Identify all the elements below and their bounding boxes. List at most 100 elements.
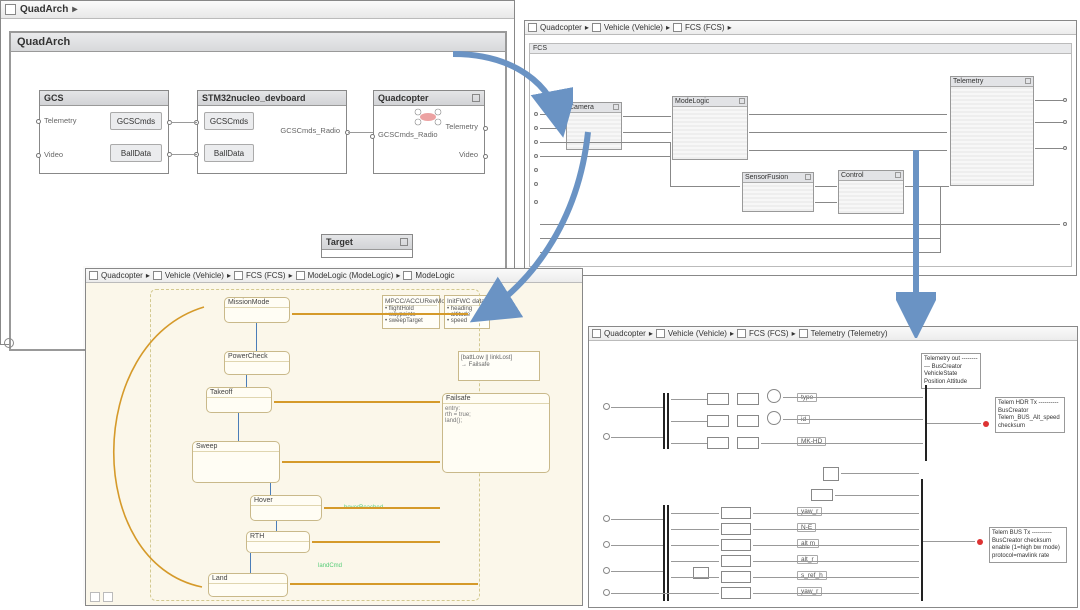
- outport[interactable]: [1063, 98, 1067, 102]
- breadcrumb-item[interactable]: Vehicle (Vehicle): [604, 23, 663, 32]
- inport[interactable]: [603, 589, 610, 596]
- gain-block[interactable]: [721, 539, 751, 551]
- state[interactable]: RTH: [246, 531, 310, 553]
- breadcrumb-item[interactable]: FCS (FCS): [246, 271, 286, 280]
- const-block[interactable]: [811, 489, 833, 501]
- signal-line: [540, 114, 566, 115]
- block-control[interactable]: Control: [838, 170, 904, 214]
- outport[interactable]: [1063, 120, 1067, 124]
- delay-block[interactable]: [823, 467, 839, 481]
- bus-selector[interactable]: [663, 505, 665, 601]
- subblock-gcscmds[interactable]: GCSCmds: [110, 112, 162, 130]
- transition: [274, 401, 440, 403]
- gain-block[interactable]: [707, 393, 729, 405]
- block-telemetry[interactable]: Telemetry: [950, 76, 1034, 186]
- subsystem-icon: [737, 329, 746, 338]
- gain-block[interactable]: [721, 571, 751, 583]
- gain-block[interactable]: [737, 393, 759, 405]
- fit-icon[interactable]: [103, 592, 113, 602]
- gain-block[interactable]: [707, 415, 729, 427]
- gain-block[interactable]: [707, 437, 729, 449]
- inport[interactable]: [534, 112, 538, 116]
- block-target[interactable]: Target: [321, 234, 413, 258]
- state[interactable]: Failsafe entry:rth = true;land();: [442, 393, 550, 473]
- inport[interactable]: [534, 168, 538, 172]
- expand-icon[interactable]: [1025, 78, 1031, 84]
- outport[interactable]: [1063, 146, 1067, 150]
- zoom-icon[interactable]: [90, 592, 100, 602]
- block-sensorfusion[interactable]: SensorFusion: [742, 172, 814, 212]
- telemetry-canvas[interactable]: Telemetry out ----------- BusCreator Veh…: [589, 341, 1077, 607]
- inport[interactable]: [603, 433, 610, 440]
- inport[interactable]: [534, 154, 538, 158]
- breadcrumb-item[interactable]: Vehicle (Vehicle): [165, 271, 224, 280]
- signal-line: [753, 529, 919, 530]
- breadcrumb-item[interactable]: ModeLogic (ModeLogic): [308, 271, 394, 280]
- inport[interactable]: [603, 541, 610, 548]
- breadcrumb-item[interactable]: Vehicle (Vehicle): [668, 329, 727, 338]
- goto-tag[interactable]: s_ref_h: [797, 571, 827, 580]
- breadcrumb-item[interactable]: FCS (FCS): [685, 23, 725, 32]
- expand-icon[interactable]: [613, 104, 619, 110]
- bus-selector[interactable]: [667, 393, 669, 449]
- state[interactable]: Hover: [250, 495, 322, 521]
- block-modelogic[interactable]: ModeLogic: [672, 96, 748, 160]
- inport[interactable]: [370, 134, 375, 139]
- sum-block[interactable]: [767, 389, 781, 403]
- fcs-canvas[interactable]: FCS Camera ModeLogic: [525, 35, 1076, 275]
- stateflow-canvas[interactable]: MPCC/ACCURevMode • flightHold• waypoints…: [86, 283, 582, 605]
- bus-selector[interactable]: [667, 505, 669, 601]
- block-quadcopter[interactable]: Quadcopter GCSCmds_Radio Te: [373, 90, 485, 174]
- subblock[interactable]: BallData: [204, 144, 254, 162]
- bus-creator[interactable]: [921, 479, 923, 601]
- state[interactable]: PowerCheck: [224, 351, 290, 375]
- inport[interactable]: [534, 140, 538, 144]
- inport[interactable]: [534, 126, 538, 130]
- breadcrumb-item[interactable]: Quadcopter: [604, 329, 646, 338]
- gain-block[interactable]: [721, 523, 751, 535]
- expand-icon[interactable]: [895, 172, 901, 178]
- goto-tag[interactable]: alt_r: [797, 555, 818, 564]
- subblock-balldata[interactable]: BallData: [110, 144, 162, 162]
- expand-icon[interactable]: [472, 94, 480, 102]
- bus-selector[interactable]: [663, 393, 665, 449]
- signal-line: [671, 561, 719, 562]
- inport[interactable]: [534, 200, 538, 204]
- block-title: Camera: [569, 104, 594, 111]
- breadcrumb-item[interactable]: FCS (FCS): [749, 329, 789, 338]
- breadcrumb-item[interactable]: ModeLogic: [415, 271, 454, 280]
- goto-tag[interactable]: yaw_r: [797, 507, 822, 516]
- outport[interactable]: [483, 126, 488, 131]
- gain-block[interactable]: [737, 415, 759, 427]
- expand-icon[interactable]: [739, 98, 745, 104]
- block-devboard[interactable]: STM32nucleo_devboard GCSCmds BallData GC…: [197, 90, 347, 174]
- goto-tag[interactable]: alt m: [797, 539, 819, 548]
- subblock[interactable]: GCSCmds: [204, 112, 254, 130]
- inport[interactable]: [36, 153, 41, 158]
- breadcrumb-item[interactable]: Quadcopter: [540, 23, 582, 32]
- gain-block[interactable]: [721, 555, 751, 567]
- state[interactable]: MissionMode: [224, 297, 290, 323]
- goto-tag[interactable]: N-E: [797, 523, 816, 532]
- gain-block[interactable]: [737, 437, 759, 449]
- goto-tag[interactable]: MK-HD: [797, 437, 826, 446]
- inport[interactable]: [603, 515, 610, 522]
- expand-icon[interactable]: [805, 174, 811, 180]
- breadcrumb-item[interactable]: Quadcopter: [101, 271, 143, 280]
- goto-tag[interactable]: yaw_r: [797, 587, 822, 596]
- expand-icon[interactable]: [400, 238, 408, 246]
- inport[interactable]: [603, 403, 610, 410]
- inport[interactable]: [534, 182, 538, 186]
- gain-block[interactable]: [721, 587, 751, 599]
- inport[interactable]: [36, 119, 41, 124]
- gain-block[interactable]: [721, 507, 751, 519]
- outport[interactable]: [1063, 222, 1067, 226]
- outport[interactable]: [483, 154, 488, 159]
- inport[interactable]: [603, 567, 610, 574]
- breadcrumb-item[interactable]: QuadArch: [20, 4, 68, 15]
- signal-line: [171, 122, 197, 123]
- subsystem-icon: [234, 271, 243, 280]
- block-gcs[interactable]: GCS Telemetry Video GCSCmds BallData: [39, 90, 169, 174]
- sum-block[interactable]: [767, 411, 781, 425]
- breadcrumb-item[interactable]: Telemetry (Telemetry): [811, 329, 888, 338]
